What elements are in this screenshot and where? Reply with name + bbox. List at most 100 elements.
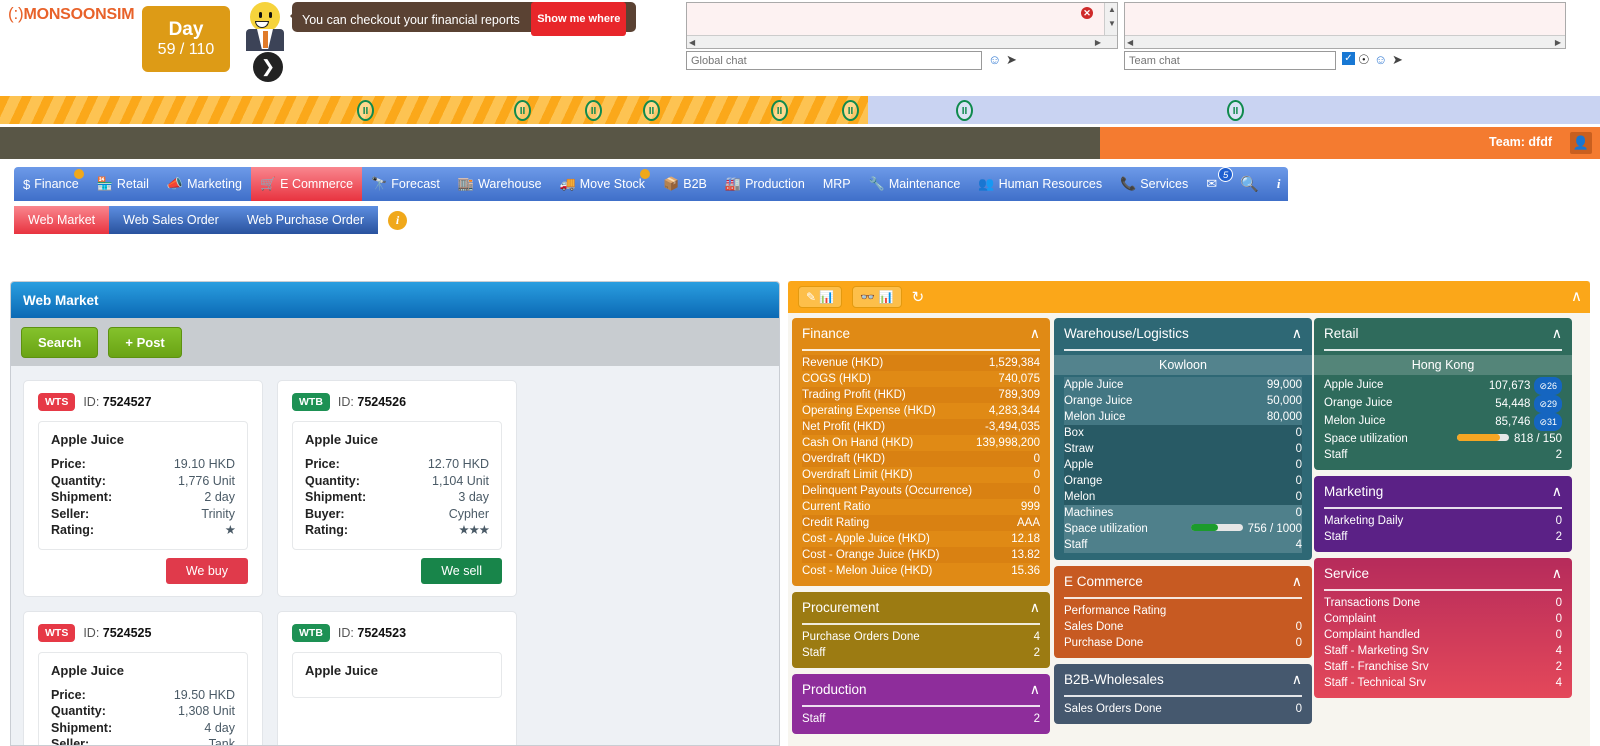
scroll-right-icon[interactable]: ▶	[1095, 38, 1101, 47]
kpi-value: 0	[1295, 443, 1302, 455]
pause-marker[interactable]: II	[514, 100, 531, 121]
rating-stars-icon: ★	[224, 523, 236, 537]
team-chart-button[interactable]: 👓 📊	[852, 286, 902, 308]
nav-item-forecast[interactable]: 🔭 Forecast	[362, 167, 449, 201]
subnav-web-market[interactable]: Web Market	[14, 206, 110, 234]
main-navigation[interactable]: $ Finance 🏪 Retail 📣 Marketing 🛒 E Commerce 🔭 For…	[14, 167, 1288, 201]
store-icon: 🏪	[96, 176, 113, 191]
dollar-icon: $	[23, 176, 31, 192]
emoji-icon-global[interactable]: ☺	[988, 52, 1001, 67]
widget-collapse-icon[interactable]: ∧	[1552, 325, 1562, 342]
kpi-label: Delinquent Payouts (Occurrence)	[802, 485, 973, 497]
pause-marker[interactable]: II	[357, 100, 374, 121]
nav-item-marketing[interactable]: 📣 Marketing	[158, 167, 251, 201]
kpi-row: Operating Expense (HKD) 4,283,344	[802, 403, 1040, 419]
widget-collapse-icon[interactable]: ∧	[1552, 565, 1562, 582]
widget-collapse-icon[interactable]: ∧	[1292, 325, 1302, 342]
widget-collapse-icon[interactable]: ∧	[1030, 681, 1040, 698]
nav-info-button[interactable]: i	[1268, 167, 1290, 201]
scroll-up-icon[interactable]: ▲	[1108, 5, 1116, 14]
next-tip-button[interactable]: ❯	[253, 52, 283, 82]
kpi-label: Performance Rating	[1064, 605, 1167, 617]
nav-item-human-resources[interactable]: 👥 Human Resources	[969, 167, 1111, 201]
kpi-label: Staff	[802, 647, 826, 659]
listing-id: ID: 7524526	[337, 395, 407, 409]
chat-alert-close-icon[interactable]: ✕	[1081, 7, 1093, 19]
party-label: Seller:	[51, 737, 90, 746]
post-button[interactable]: + Post	[108, 326, 182, 358]
team-chat-input[interactable]	[1124, 51, 1336, 70]
pause-marker[interactable]: II	[1227, 100, 1244, 121]
kpi-value: 0	[1295, 621, 1302, 633]
scroll-right-icon[interactable]: ▶	[1555, 38, 1561, 47]
search-button[interactable]: Search	[21, 326, 99, 358]
widget-collapse-icon[interactable]: ∧	[1030, 599, 1040, 616]
nav-item-label: E Commerce	[280, 177, 354, 191]
simulation-timeline[interactable]: II II II II II II II II 50	[0, 96, 1600, 195]
team-avatar-icon[interactable]: 👤	[1570, 132, 1592, 154]
nav-item-services[interactable]: 📞 Services	[1111, 167, 1197, 201]
widget-collapse-icon[interactable]: ∧	[1292, 573, 1302, 590]
pause-marker[interactable]: II	[585, 100, 602, 121]
nav-item-warehouse[interactable]: 🏬 Warehouse	[449, 167, 551, 201]
warehouse-icon: 🏬	[457, 176, 475, 191]
kpi-label: Revenue (HKD)	[802, 357, 884, 369]
team-chat-checkbox[interactable]: ✓	[1342, 52, 1355, 65]
pause-marker[interactable]: II	[842, 100, 859, 121]
pause-marker[interactable]: II	[771, 100, 788, 121]
scroll-down-icon[interactable]: ▼	[1108, 19, 1116, 28]
widget-divider	[1324, 349, 1562, 351]
refresh-icon[interactable]: ↻	[912, 288, 925, 306]
person-icon-team[interactable]: ☉	[1358, 52, 1370, 68]
nav-item-retail[interactable]: 🏪 Retail	[88, 167, 158, 201]
kpi-widget-b2b-wholesales: B2B-Wholesales ∧ Sales Orders Done 0	[1054, 664, 1312, 724]
send-icon-team[interactable]: ➤	[1392, 52, 1403, 68]
widget-body: Purchase Orders Done 4 Staff 2	[792, 629, 1050, 668]
nav-item-finance[interactable]: $ Finance	[14, 167, 88, 201]
scroll-left-icon[interactable]: ◀	[1127, 38, 1133, 47]
buy-button[interactable]: We buy	[165, 557, 248, 584]
avatar-tie-icon	[263, 31, 268, 48]
global-chat-hscrollbar[interactable]: ◀ ▶	[687, 35, 1117, 48]
subnav-web-sales-order[interactable]: Web Sales Order	[109, 206, 233, 234]
pause-marker[interactable]: II	[643, 100, 660, 121]
nav-search-button[interactable]: 🔍	[1231, 167, 1268, 201]
nav-item-mrp[interactable]: MRP	[814, 167, 860, 201]
subnav-info-icon[interactable]: i	[388, 210, 407, 230]
nav-item-move-stock[interactable]: 🚚 Move Stock	[551, 167, 655, 201]
kpi-value: 740,075	[998, 373, 1040, 385]
emoji-icon-team[interactable]: ☺	[1374, 52, 1387, 67]
pause-marker[interactable]: II	[956, 100, 973, 121]
dashboard-collapse-icon[interactable]: ∧	[1571, 287, 1582, 305]
widget-collapse-icon[interactable]: ∧	[1292, 671, 1302, 688]
widget-title: Warehouse/Logistics	[1064, 326, 1189, 341]
nav-item-production[interactable]: 🏭 Production	[716, 167, 814, 201]
tip-text: You can checkout your financial reports	[302, 13, 520, 27]
sub-navigation[interactable]: Web Market Web Sales Order Web Purchase Or…	[14, 206, 407, 234]
widget-title: Marketing	[1324, 484, 1384, 499]
kpi-value: 54,448 ⊘29	[1495, 395, 1562, 413]
edit-chart-button[interactable]: ✎ 📊	[798, 286, 843, 308]
kpi-row: Melon Juice 80,000	[1064, 409, 1302, 425]
widget-header: Marketing ∧	[1314, 476, 1572, 502]
subnav-web-purchase-order[interactable]: Web Purchase Order	[232, 206, 378, 234]
widget-collapse-icon[interactable]: ∧	[1030, 325, 1040, 342]
nav-item-b2b[interactable]: 📦 B2B	[654, 167, 716, 201]
nav-item-maintenance[interactable]: 🔧 Maintenance	[860, 167, 970, 201]
global-chat-input[interactable]	[686, 51, 982, 70]
widget-collapse-icon[interactable]: ∧	[1552, 483, 1562, 500]
nav-item-e-commerce[interactable]: 🛒 E Commerce	[250, 167, 363, 201]
show-me-where-button[interactable]: Show me where	[531, 2, 627, 36]
nav-messages[interactable]: ✉ 5	[1197, 167, 1234, 201]
nav-item-label: B2B	[683, 177, 707, 191]
kpi-row: Melon Juice 85,746 ⊘31	[1324, 413, 1562, 431]
sell-button[interactable]: We sell	[421, 557, 502, 584]
widget-body: Staff 2	[792, 711, 1050, 734]
team-chat-hscrollbar[interactable]: ◀ ▶	[1125, 35, 1565, 48]
tip-bubble: You can checkout your financial reports …	[289, 2, 637, 36]
scroll-left-icon[interactable]: ◀	[689, 38, 695, 47]
widget-header: Production ∧	[792, 674, 1050, 700]
kpi-label: Overdraft Limit (HKD)	[802, 469, 913, 481]
send-icon-global[interactable]: ➤	[1006, 52, 1017, 68]
dashboard-column-2: Warehouse/Logistics ∧ Kowloon Apple Juice 99…	[1054, 318, 1312, 730]
